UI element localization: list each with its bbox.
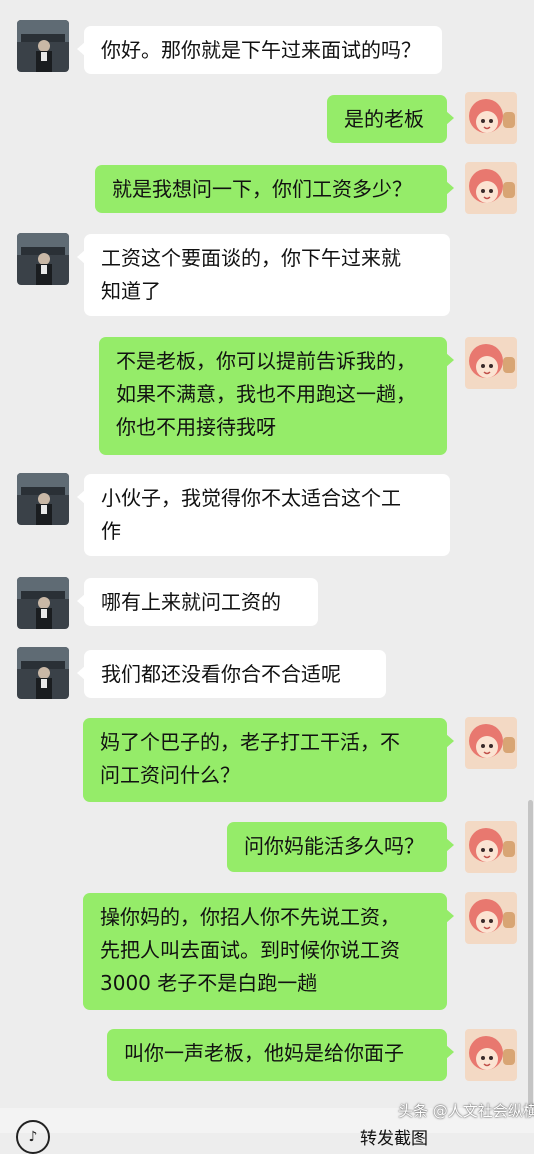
forward-screenshot-label[interactable]: 转发截图 xyxy=(360,1124,428,1149)
boss-photo-icon xyxy=(17,233,69,285)
cartoon-girl-icon xyxy=(465,892,517,944)
boss-avatar[interactable] xyxy=(17,577,69,629)
boss-photo-icon xyxy=(17,473,69,525)
message-bubble[interactable]: 妈了个巴子的，老子打工干活，不 问工资问什么？ xyxy=(83,718,454,802)
message-bubble[interactable]: 是的老板 xyxy=(327,95,454,143)
self-avatar[interactable] xyxy=(465,162,517,214)
boss-photo-icon xyxy=(17,577,69,629)
boss-photo-icon xyxy=(17,20,69,72)
message-bubble[interactable]: 就是我想问一下，你们工资多少？ xyxy=(95,165,454,213)
boss-avatar[interactable] xyxy=(17,20,69,72)
boss-avatar[interactable] xyxy=(17,647,69,699)
cartoon-girl-icon xyxy=(465,337,517,389)
message-bubble[interactable]: 你好。那你就是下午过来面试的吗？ xyxy=(77,26,442,74)
voice-toggle-button[interactable]: ♪ xyxy=(16,1120,50,1154)
scrollbar[interactable] xyxy=(528,800,533,1120)
cartoon-girl-icon xyxy=(465,717,517,769)
cartoon-girl-icon xyxy=(465,92,517,144)
message-bubble[interactable]: 我们都还没看你合不合适呢 xyxy=(77,650,386,698)
message-bubble[interactable]: 不是老板，你可以提前告诉我的， 如果不满意，我也不用跑这一趟， 你也不用接待我呀 xyxy=(99,337,454,455)
message-bubble[interactable]: 哪有上来就问工资的 xyxy=(77,578,318,626)
message-bubble[interactable]: 工资这个要面谈的，你下午过来就 知道了 xyxy=(77,234,450,316)
boss-avatar[interactable] xyxy=(17,473,69,525)
self-avatar[interactable] xyxy=(465,337,517,389)
message-bubble[interactable]: 小伙子，我觉得你不太适合这个工 作 xyxy=(77,474,450,556)
message-bubble[interactable]: 操你妈的，你招人你不先说工资， 先把人叫去面试。到时候你说工资 3000 老子不… xyxy=(83,893,454,1010)
message-bubble[interactable]: 问你妈能活多久吗？ xyxy=(227,822,454,872)
self-avatar[interactable] xyxy=(465,892,517,944)
cartoon-girl-icon xyxy=(465,1029,517,1081)
boss-avatar[interactable] xyxy=(17,233,69,285)
message-bubble[interactable]: 叫你一声老板，他妈是给你面子 xyxy=(107,1029,454,1081)
self-avatar[interactable] xyxy=(465,1029,517,1081)
self-avatar[interactable] xyxy=(465,92,517,144)
self-avatar[interactable] xyxy=(465,717,517,769)
watermark: 头条 @人文社会纵横 xyxy=(398,1102,534,1120)
cartoon-girl-icon xyxy=(465,162,517,214)
self-avatar[interactable] xyxy=(465,821,517,873)
cartoon-girl-icon xyxy=(465,821,517,873)
chat-window: 你好。那你就是下午过来面试的吗？ 是的老板 就是我想问一下，你们工资多少？ 工资… xyxy=(0,0,534,1154)
boss-photo-icon xyxy=(17,647,69,699)
